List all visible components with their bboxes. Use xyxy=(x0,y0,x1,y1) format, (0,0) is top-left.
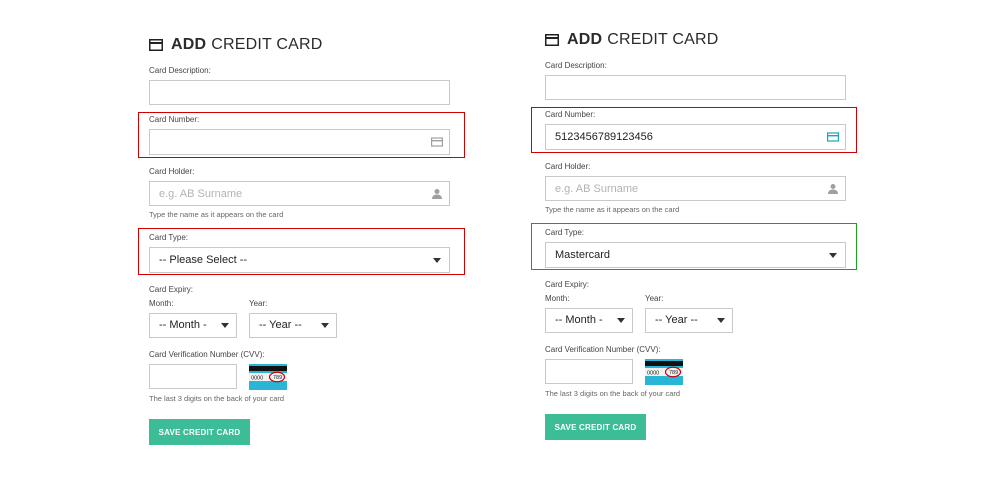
card-type-select[interactable]: Mastercard xyxy=(545,242,846,268)
card-holder-input[interactable]: e.g. AB Surname xyxy=(149,181,450,206)
credit-card-icon xyxy=(149,39,163,51)
caret-down-icon xyxy=(829,253,837,258)
card-description-input[interactable] xyxy=(149,80,450,105)
month-label: Month: xyxy=(545,294,570,303)
card-holder-hint: Type the name as it appears on the card xyxy=(545,205,680,214)
credit-card-icon xyxy=(431,137,443,147)
cvv-hint: The last 3 digits on the back of your ca… xyxy=(149,394,285,403)
card-holder-placeholder: e.g. AB Surname xyxy=(159,188,243,200)
card-description-input[interactable] xyxy=(545,75,846,100)
cvv-card-digits: 0000 xyxy=(251,376,263,382)
card-description-label: Card Description: xyxy=(149,66,211,75)
month-value: -- Month - xyxy=(555,314,603,326)
caret-down-icon xyxy=(433,258,441,263)
title-rest: CREDIT CARD xyxy=(211,36,323,53)
add-card-form-right: ADD CREDIT CARD Card Description: Card N… xyxy=(531,31,875,440)
year-label: Year: xyxy=(645,294,664,303)
card-holder-label: Card Holder: xyxy=(545,162,591,171)
title-bold: ADD xyxy=(567,31,603,48)
form-title: ADD CREDIT CARD xyxy=(149,36,479,54)
year-value: -- Year -- xyxy=(259,319,302,331)
caret-down-icon xyxy=(717,318,725,323)
add-card-form-left: ADD CREDIT CARD Card Description: Card N… xyxy=(138,36,479,445)
card-description-label: Card Description: xyxy=(545,61,607,70)
cvv-label: Card Verification Number (CVV): xyxy=(149,350,265,359)
cvv-label: Card Verification Number (CVV): xyxy=(545,345,661,354)
cvv-card-icon: 0000 789 xyxy=(249,364,287,390)
year-select[interactable]: -- Year -- xyxy=(249,313,337,338)
save-credit-card-button[interactable]: SAVE CREDIT CARD xyxy=(149,419,250,445)
month-value: -- Month - xyxy=(159,319,207,331)
year-label: Year: xyxy=(249,299,268,308)
user-icon xyxy=(828,184,838,194)
card-expiry-label: Card Expiry: xyxy=(149,285,194,294)
save-credit-card-button[interactable]: SAVE CREDIT CARD xyxy=(545,414,646,440)
card-type-select[interactable]: -- Please Select -- xyxy=(149,247,450,273)
card-holder-placeholder: e.g. AB Surname xyxy=(555,183,639,195)
cvv-hint: The last 3 digits on the back of your ca… xyxy=(545,389,681,398)
card-type-value: Mastercard xyxy=(555,249,611,261)
form-title: ADD CREDIT CARD xyxy=(545,31,875,49)
year-value: -- Year -- xyxy=(655,314,698,326)
month-label: Month: xyxy=(149,299,174,308)
credit-card-icon xyxy=(545,34,559,46)
card-number-input[interactable]: 5123456789123456 xyxy=(545,124,846,150)
card-number-input[interactable] xyxy=(149,129,450,155)
title-bold: ADD xyxy=(171,36,207,53)
cvv-input[interactable] xyxy=(149,364,237,389)
card-holder-label: Card Holder: xyxy=(149,167,195,176)
card-holder-input[interactable]: e.g. AB Surname xyxy=(545,176,846,201)
caret-down-icon xyxy=(617,318,625,323)
credit-card-icon xyxy=(827,132,839,142)
month-select[interactable]: -- Month - xyxy=(149,313,237,338)
card-expiry-label: Card Expiry: xyxy=(545,280,590,289)
user-icon xyxy=(432,189,442,199)
year-select[interactable]: -- Year -- xyxy=(645,308,733,333)
caret-down-icon xyxy=(221,323,229,328)
cvv-card-icon: 0000 789 xyxy=(645,359,683,385)
caret-down-icon xyxy=(321,323,329,328)
card-type-value: -- Please Select -- xyxy=(159,254,248,266)
card-holder-hint: Type the name as it appears on the card xyxy=(149,210,284,219)
cvv-card-code: 789 xyxy=(273,375,282,381)
month-select[interactable]: -- Month - xyxy=(545,308,633,333)
cvv-card-digits: 0000 xyxy=(647,371,659,377)
card-number-value: 5123456789123456 xyxy=(555,131,653,143)
cvv-card-code: 789 xyxy=(669,370,678,376)
cvv-input[interactable] xyxy=(545,359,633,384)
title-rest: CREDIT CARD xyxy=(607,31,719,48)
